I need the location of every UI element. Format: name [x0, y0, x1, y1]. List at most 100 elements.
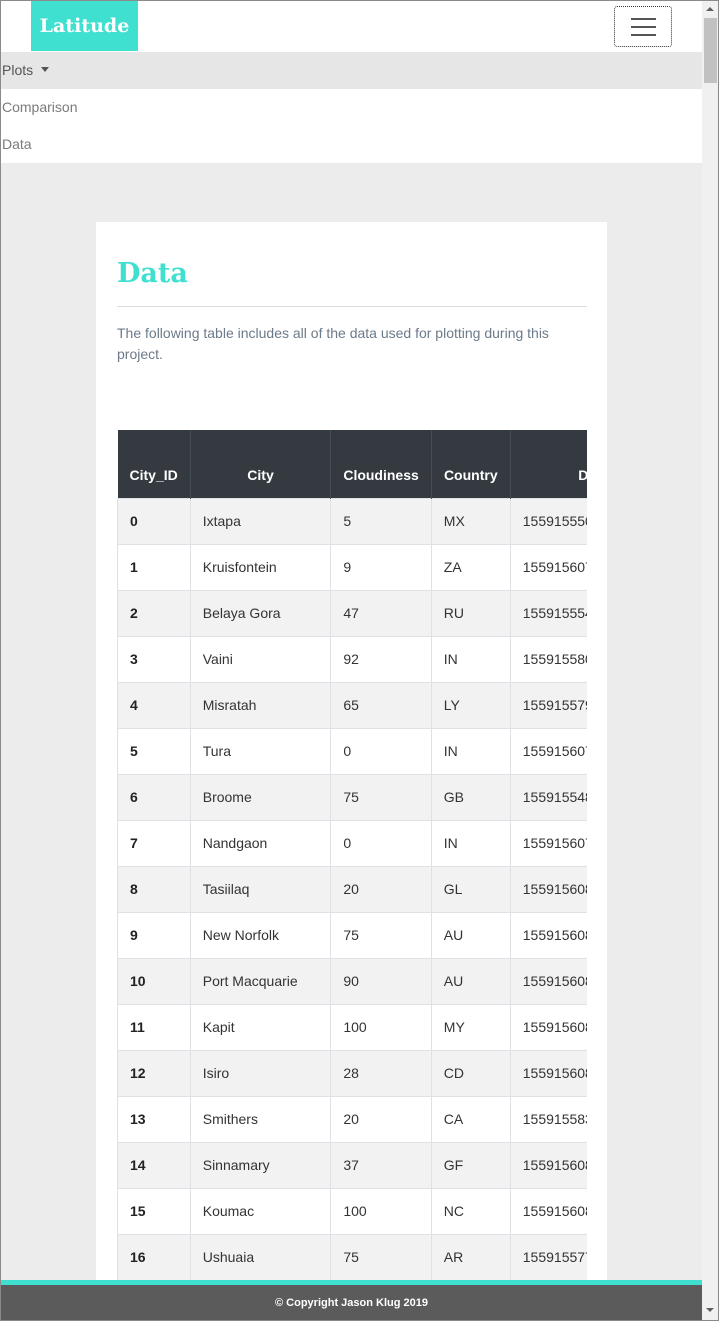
cell-cloudiness: 20 [330, 1095, 432, 1143]
cell-date: 155915608 [509, 911, 587, 959]
cell-city-id: 8 [117, 865, 191, 913]
cell-country: AR [430, 1233, 511, 1281]
hamburger-menu-icon [631, 18, 656, 36]
cell-cloudiness: 9 [330, 543, 432, 591]
cell-date: 155915608 [509, 1003, 587, 1051]
cell-country: GB [430, 773, 511, 821]
table-row: 10 Port Macquarie 90 AU 155915608 [117, 957, 587, 1005]
scroll-up-arrow-icon[interactable] [706, 7, 714, 11]
navbar-toggle-button[interactable] [614, 6, 672, 47]
cell-city: Kapit [189, 1003, 332, 1051]
table-row: 13 Smithers 20 CA 155915583 [117, 1095, 587, 1143]
column-header-cloudiness[interactable]: Cloudiness [330, 430, 432, 498]
cell-date: 155915608 [509, 1187, 587, 1235]
footer-copyright: © Copyright Jason Klug 2019 [275, 1297, 428, 1309]
column-header-date[interactable]: Date [510, 430, 587, 498]
cell-date: 155915579 [509, 681, 587, 729]
cell-city-id: 10 [117, 957, 191, 1005]
table-row: 11 Kapit 100 MY 155915608 [117, 1003, 587, 1051]
cell-date: 155915608 [509, 957, 587, 1005]
cell-country: IN [430, 819, 511, 867]
cell-city: Misratah [189, 681, 332, 729]
cell-city-id: 3 [117, 635, 191, 683]
page-title: Data [117, 258, 188, 289]
cell-city-id: 11 [117, 1003, 191, 1051]
table-row: 8 Tasiilaq 20 GL 155915608 [117, 865, 587, 913]
cell-city-id: 13 [117, 1095, 191, 1143]
cell-date: 155915608 [509, 1141, 587, 1189]
table-row: 3 Vaini 92 IN 155915580 [117, 635, 587, 683]
cell-city-id: 0 [117, 497, 191, 545]
scroll-down-arrow-icon[interactable] [706, 1308, 714, 1312]
nav-item-plots-label: Plots [2, 62, 34, 78]
cell-city: Vaini [189, 635, 332, 683]
scrollbar-thumb[interactable] [704, 18, 717, 83]
cell-date: 155915607 [509, 727, 587, 775]
nav-item-plots[interactable]: Plots [1, 52, 702, 89]
cell-city: Smithers [189, 1095, 332, 1143]
cell-cloudiness: 20 [330, 865, 432, 913]
cell-city: Kruisfontein [189, 543, 332, 591]
cell-cloudiness: 47 [330, 589, 432, 637]
cell-cloudiness: 92 [330, 635, 432, 683]
cell-date: 155915607 [509, 543, 587, 591]
cell-cloudiness: 100 [330, 1003, 432, 1051]
cell-city-id: 1 [117, 543, 191, 591]
cell-city: Ushuaia [189, 1233, 332, 1281]
cell-cloudiness: 0 [330, 727, 432, 775]
vertical-scrollbar[interactable] [702, 1, 718, 1320]
column-header-country[interactable]: Country [431, 430, 511, 498]
cell-cloudiness: 5 [330, 497, 432, 545]
cell-city-id: 16 [117, 1233, 191, 1281]
nav-item-data[interactable]: Data [1, 126, 702, 163]
table-row: 14 Sinnamary 37 GF 155915608 [117, 1141, 587, 1189]
cell-cloudiness: 90 [330, 957, 432, 1005]
brand-logo[interactable]: Latitude [31, 1, 138, 51]
cell-city-id: 9 [117, 911, 191, 959]
cell-date: 155915554 [509, 589, 587, 637]
cell-city-id: 5 [117, 727, 191, 775]
cell-country: GF [430, 1141, 511, 1189]
column-header-city-id[interactable]: City_ID [117, 430, 191, 498]
cell-city: Port Macquarie [189, 957, 332, 1005]
browser-viewport: Latitude Plots Comparison Data Data The … [0, 0, 719, 1321]
cell-city-id: 6 [117, 773, 191, 821]
table-row: 7 Nandgaon 0 IN 155915607 [117, 819, 587, 867]
cell-city: Nandgaon [189, 819, 332, 867]
cell-country: IN [430, 727, 511, 775]
cell-country: CD [430, 1049, 511, 1097]
cell-cloudiness: 75 [330, 1233, 432, 1281]
table-row: 15 Koumac 100 NC 155915608 [117, 1187, 587, 1235]
cell-country: GL [430, 865, 511, 913]
cell-cloudiness: 65 [330, 681, 432, 729]
cell-city-id: 4 [117, 681, 191, 729]
title-divider [117, 306, 587, 307]
table-row: 9 New Norfolk 75 AU 155915608 [117, 911, 587, 959]
cell-country: CA [430, 1095, 511, 1143]
data-table-container[interactable]: City_ID City Cloudiness Country Date 0Ix… [117, 430, 587, 1300]
cell-city-id: 2 [117, 589, 191, 637]
cell-city: Koumac [189, 1187, 332, 1235]
nav-item-comparison[interactable]: Comparison [1, 89, 702, 126]
cell-cloudiness: 28 [330, 1049, 432, 1097]
data-table: City_ID City Cloudiness Country Date 0Ix… [117, 430, 587, 1281]
column-header-city[interactable]: City [190, 430, 332, 498]
cell-city: Belaya Gora [189, 589, 332, 637]
cell-cloudiness: 75 [330, 911, 432, 959]
navbar: Latitude [1, 1, 702, 52]
table-row: 0 Ixtapa 5 MX 155915550 [117, 497, 587, 545]
cell-cloudiness: 100 [330, 1187, 432, 1235]
cell-cloudiness: 75 [330, 773, 432, 821]
cell-city: Isiro [189, 1049, 332, 1097]
table-row: 6 Broome 75 GB 155915548 [117, 773, 587, 821]
cell-city: Tasiilaq [189, 865, 332, 913]
caret-down-icon [41, 67, 50, 72]
table-row: 12 Isiro 28 CD 155915608 [117, 1049, 587, 1097]
cell-country: AU [430, 957, 511, 1005]
cell-date: 155915607 [509, 819, 587, 867]
cell-cloudiness: 0 [330, 819, 432, 867]
cell-city-id: 7 [117, 819, 191, 867]
cell-city: Sinnamary [189, 1141, 332, 1189]
cell-country: NC [430, 1187, 511, 1235]
cell-date: 155915608 [509, 1049, 587, 1097]
